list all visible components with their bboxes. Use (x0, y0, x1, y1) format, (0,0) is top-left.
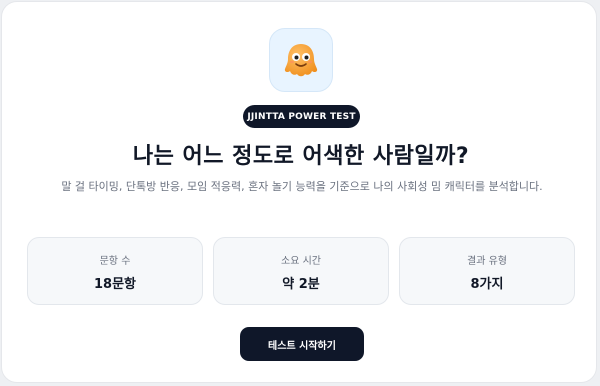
stat-label: 소요 시간 (281, 256, 321, 267)
stat-label: 문항 수 (99, 256, 131, 267)
start-test-button[interactable]: 테스트 시작하기 (240, 327, 364, 361)
stat-label: 결과 유형 (467, 256, 507, 267)
stat-question-count: 문항 수 18문항 (27, 237, 203, 305)
stat-result-types: 결과 유형 8가지 (399, 237, 575, 305)
mascot-container (269, 28, 333, 92)
stat-value: 8가지 (470, 277, 504, 292)
orange-blob-mascot-icon (284, 44, 318, 77)
page-title: 나는 어느 정도로 어색한 사람일까? (132, 144, 470, 169)
stat-duration: 소요 시간 약 2분 (213, 237, 389, 305)
test-badge: JJINTTA POWER TEST (243, 105, 360, 128)
intro-card: JJINTTA POWER TEST 나는 어느 정도로 어색한 사람일까? 말… (1, 1, 597, 383)
stat-value: 18문항 (93, 277, 136, 292)
page-description: 말 걸 타이밍, 단톡방 반응, 모임 적응력, 혼자 놀기 능력을 기준으로 … (61, 180, 543, 193)
stat-value: 약 2분 (282, 277, 320, 292)
